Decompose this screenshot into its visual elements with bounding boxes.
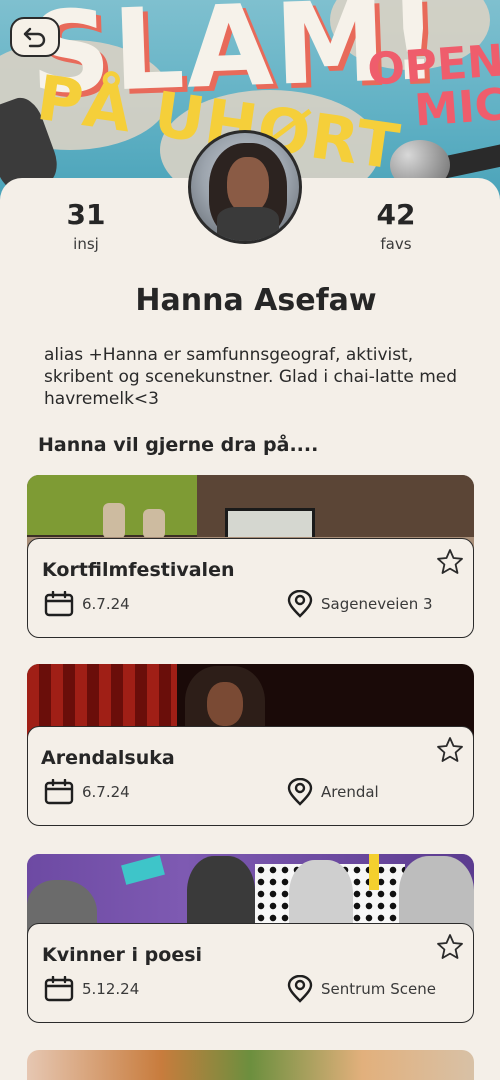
back-button[interactable] <box>10 17 60 57</box>
profile-bio: alias +Hanna er samfunnsgeograf, aktivis… <box>44 345 458 409</box>
calendar-icon <box>44 591 74 617</box>
star-icon[interactable] <box>435 932 465 962</box>
event-location: Arendal <box>321 783 379 801</box>
event-card[interactable]: Kvinner i poesi 5.12.24 Sentrum Scene <box>27 854 474 1024</box>
section-title: Hanna vil gjerne dra på.... <box>38 434 319 456</box>
avatar-scarf <box>217 207 279 241</box>
profile-name: Hanna Asefaw <box>135 283 377 318</box>
stat-favs[interactable]: 42 favs <box>366 198 426 253</box>
event-image-partial[interactable] <box>27 1050 474 1080</box>
stat-insj-value: 31 <box>66 198 106 231</box>
event-image-chair <box>103 503 125 539</box>
event-card[interactable]: Arendalsuka 6.7.24 Arendal <box>27 664 474 828</box>
banner-tagline: OPEN MIC <box>366 35 500 136</box>
event-title: Kortfilmfestivalen <box>42 559 235 581</box>
event-info: Kortfilmfestivalen 6.7.24 Sageneveien 3 <box>27 538 474 638</box>
event-location: Sentrum Scene <box>321 980 436 998</box>
event-date: 6.7.24 <box>82 783 130 801</box>
avatar-face <box>227 157 269 213</box>
stat-insj-label: insj <box>73 235 99 253</box>
location-pin-icon <box>287 590 313 618</box>
event-date: 5.12.24 <box>82 980 140 998</box>
event-location: Sageneveien 3 <box>321 595 433 613</box>
event-image-chair <box>143 509 165 539</box>
calendar-icon <box>44 779 74 805</box>
star-icon[interactable] <box>435 547 465 577</box>
stat-insj[interactable]: 31 insj <box>56 198 116 253</box>
event-info: Kvinner i poesi 5.12.24 Sentrum Scene <box>27 923 474 1023</box>
location-pin-icon <box>287 778 313 806</box>
event-card[interactable]: Kortfilmfestivalen 6.7.24 Sageneveien 3 <box>27 475 474 640</box>
avatar[interactable] <box>188 130 302 244</box>
back-arrow-icon <box>23 27 46 48</box>
event-info: Arendalsuka 6.7.24 Arendal <box>27 726 474 826</box>
event-title: Kvinner i poesi <box>42 944 203 966</box>
location-pin-icon <box>287 975 313 1003</box>
stat-favs-value: 42 <box>376 198 416 231</box>
star-icon[interactable] <box>435 735 465 765</box>
calendar-icon <box>44 976 74 1002</box>
event-image-shape <box>369 854 379 890</box>
event-image-face <box>207 682 243 726</box>
event-date: 6.7.24 <box>82 595 130 613</box>
event-title: Arendalsuka <box>41 747 175 769</box>
stat-favs-label: favs <box>380 235 412 253</box>
